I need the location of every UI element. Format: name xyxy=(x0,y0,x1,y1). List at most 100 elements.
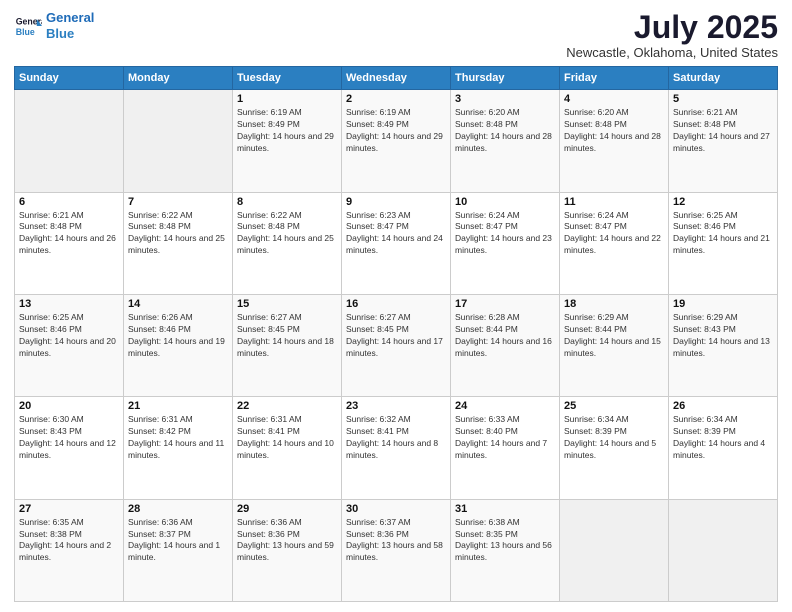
day-number: 29 xyxy=(237,503,337,515)
day-cell: 23 Sunrise: 6:32 AM Sunset: 8:41 PM Dayli… xyxy=(342,397,451,499)
day-number: 22 xyxy=(237,400,337,412)
day-cell: 2 Sunrise: 6:19 AM Sunset: 8:49 PM Daylig… xyxy=(342,90,451,192)
day-number: 10 xyxy=(455,196,555,208)
day-number: 27 xyxy=(19,503,119,515)
day-number: 6 xyxy=(19,196,119,208)
day-info: Sunrise: 6:22 AM Sunset: 8:48 PM Dayligh… xyxy=(128,210,228,258)
day-number: 11 xyxy=(564,196,664,208)
day-cell: 10 Sunrise: 6:24 AM Sunset: 8:47 PM Dayli… xyxy=(451,192,560,294)
day-cell: 30 Sunrise: 6:37 AM Sunset: 8:36 PM Dayli… xyxy=(342,499,451,601)
day-cell: 25 Sunrise: 6:34 AM Sunset: 8:39 PM Dayli… xyxy=(560,397,669,499)
day-info: Sunrise: 6:22 AM Sunset: 8:48 PM Dayligh… xyxy=(237,210,337,258)
day-number: 4 xyxy=(564,93,664,105)
day-number: 31 xyxy=(455,503,555,515)
week-row-4: 20 Sunrise: 6:30 AM Sunset: 8:43 PM Dayli… xyxy=(15,397,778,499)
day-info: Sunrise: 6:23 AM Sunset: 8:47 PM Dayligh… xyxy=(346,210,446,258)
day-info: Sunrise: 6:20 AM Sunset: 8:48 PM Dayligh… xyxy=(564,107,664,155)
week-row-5: 27 Sunrise: 6:35 AM Sunset: 8:38 PM Dayli… xyxy=(15,499,778,601)
day-cell: 8 Sunrise: 6:22 AM Sunset: 8:48 PM Daylig… xyxy=(233,192,342,294)
day-number: 16 xyxy=(346,298,446,310)
location: Newcastle, Oklahoma, United States xyxy=(566,45,778,60)
day-info: Sunrise: 6:29 AM Sunset: 8:44 PM Dayligh… xyxy=(564,312,664,360)
day-info: Sunrise: 6:33 AM Sunset: 8:40 PM Dayligh… xyxy=(455,414,555,462)
day-number: 25 xyxy=(564,400,664,412)
day-cell: 20 Sunrise: 6:30 AM Sunset: 8:43 PM Dayli… xyxy=(15,397,124,499)
day-cell: 4 Sunrise: 6:20 AM Sunset: 8:48 PM Daylig… xyxy=(560,90,669,192)
calendar: SundayMondayTuesdayWednesdayThursdayFrid… xyxy=(14,66,778,602)
day-number: 9 xyxy=(346,196,446,208)
day-number: 15 xyxy=(237,298,337,310)
day-info: Sunrise: 6:36 AM Sunset: 8:37 PM Dayligh… xyxy=(128,517,228,565)
day-cell: 16 Sunrise: 6:27 AM Sunset: 8:45 PM Dayli… xyxy=(342,294,451,396)
day-info: Sunrise: 6:38 AM Sunset: 8:35 PM Dayligh… xyxy=(455,517,555,565)
month-title: July 2025 xyxy=(566,10,778,45)
logo-text: GeneralBlue xyxy=(46,10,94,41)
day-info: Sunrise: 6:24 AM Sunset: 8:47 PM Dayligh… xyxy=(564,210,664,258)
day-info: Sunrise: 6:30 AM Sunset: 8:43 PM Dayligh… xyxy=(19,414,119,462)
day-cell: 29 Sunrise: 6:36 AM Sunset: 8:36 PM Dayli… xyxy=(233,499,342,601)
day-cell xyxy=(15,90,124,192)
day-info: Sunrise: 6:31 AM Sunset: 8:42 PM Dayligh… xyxy=(128,414,228,462)
weekday-header-saturday: Saturday xyxy=(669,67,778,90)
weekday-header-thursday: Thursday xyxy=(451,67,560,90)
day-cell: 14 Sunrise: 6:26 AM Sunset: 8:46 PM Dayli… xyxy=(124,294,233,396)
logo-icon: General Blue xyxy=(14,12,42,40)
day-number: 7 xyxy=(128,196,228,208)
day-cell xyxy=(669,499,778,601)
day-cell: 5Sunrise: 6:21 AM Sunset: 8:48 PM Daylig… xyxy=(669,90,778,192)
day-cell: 17Sunrise: 6:28 AM Sunset: 8:44 PM Dayli… xyxy=(451,294,560,396)
logo: General Blue GeneralBlue xyxy=(14,10,94,41)
week-row-3: 13 Sunrise: 6:25 AM Sunset: 8:46 PM Dayli… xyxy=(15,294,778,396)
day-number: 13 xyxy=(19,298,119,310)
day-cell: 21 Sunrise: 6:31 AM Sunset: 8:42 PM Dayli… xyxy=(124,397,233,499)
day-cell: 13 Sunrise: 6:25 AM Sunset: 8:46 PM Dayli… xyxy=(15,294,124,396)
weekday-header-wednesday: Wednesday xyxy=(342,67,451,90)
page: General Blue GeneralBlue July 2025 Newca… xyxy=(0,0,792,612)
day-cell: 1Sunrise: 6:19 AM Sunset: 8:49 PM Daylig… xyxy=(233,90,342,192)
day-number: 23 xyxy=(346,400,446,412)
day-info: Sunrise: 6:35 AM Sunset: 8:38 PM Dayligh… xyxy=(19,517,119,565)
header: General Blue GeneralBlue July 2025 Newca… xyxy=(14,10,778,60)
day-info: Sunrise: 6:31 AM Sunset: 8:41 PM Dayligh… xyxy=(237,414,337,462)
weekday-header-row: SundayMondayTuesdayWednesdayThursdayFrid… xyxy=(15,67,778,90)
day-info: Sunrise: 6:19 AM Sunset: 8:49 PM Dayligh… xyxy=(346,107,446,155)
day-number: 20 xyxy=(19,400,119,412)
weekday-header-monday: Monday xyxy=(124,67,233,90)
day-info: Sunrise: 6:37 AM Sunset: 8:36 PM Dayligh… xyxy=(346,517,446,565)
day-number: 26 xyxy=(673,400,773,412)
day-number: 30 xyxy=(346,503,446,515)
day-info: Sunrise: 6:34 AM Sunset: 8:39 PM Dayligh… xyxy=(673,414,773,462)
day-cell: 24Sunrise: 6:33 AM Sunset: 8:40 PM Dayli… xyxy=(451,397,560,499)
day-info: Sunrise: 6:29 AM Sunset: 8:43 PM Dayligh… xyxy=(673,312,773,360)
day-number: 12 xyxy=(673,196,773,208)
day-cell: 7 Sunrise: 6:22 AM Sunset: 8:48 PM Daylig… xyxy=(124,192,233,294)
week-row-2: 6Sunrise: 6:21 AM Sunset: 8:48 PM Daylig… xyxy=(15,192,778,294)
day-number: 21 xyxy=(128,400,228,412)
day-cell xyxy=(560,499,669,601)
day-info: Sunrise: 6:36 AM Sunset: 8:36 PM Dayligh… xyxy=(237,517,337,565)
day-cell: 18Sunrise: 6:29 AM Sunset: 8:44 PM Dayli… xyxy=(560,294,669,396)
day-info: Sunrise: 6:24 AM Sunset: 8:47 PM Dayligh… xyxy=(455,210,555,258)
weekday-header-sunday: Sunday xyxy=(15,67,124,90)
day-info: Sunrise: 6:25 AM Sunset: 8:46 PM Dayligh… xyxy=(19,312,119,360)
day-info: Sunrise: 6:27 AM Sunset: 8:45 PM Dayligh… xyxy=(346,312,446,360)
day-info: Sunrise: 6:26 AM Sunset: 8:46 PM Dayligh… xyxy=(128,312,228,360)
day-number: 17 xyxy=(455,298,555,310)
day-number: 8 xyxy=(237,196,337,208)
day-info: Sunrise: 6:32 AM Sunset: 8:41 PM Dayligh… xyxy=(346,414,446,462)
title-block: July 2025 Newcastle, Oklahoma, United St… xyxy=(566,10,778,60)
weekday-header-tuesday: Tuesday xyxy=(233,67,342,90)
day-cell: 27 Sunrise: 6:35 AM Sunset: 8:38 PM Dayli… xyxy=(15,499,124,601)
day-number: 14 xyxy=(128,298,228,310)
day-number: 28 xyxy=(128,503,228,515)
day-cell: 26 Sunrise: 6:34 AM Sunset: 8:39 PM Dayli… xyxy=(669,397,778,499)
day-info: Sunrise: 6:34 AM Sunset: 8:39 PM Dayligh… xyxy=(564,414,664,462)
day-number: 2 xyxy=(346,93,446,105)
day-number: 19 xyxy=(673,298,773,310)
day-cell: 3Sunrise: 6:20 AM Sunset: 8:48 PM Daylig… xyxy=(451,90,560,192)
day-cell: 9 Sunrise: 6:23 AM Sunset: 8:47 PM Daylig… xyxy=(342,192,451,294)
weekday-header-friday: Friday xyxy=(560,67,669,90)
day-number: 3 xyxy=(455,93,555,105)
day-info: Sunrise: 6:25 AM Sunset: 8:46 PM Dayligh… xyxy=(673,210,773,258)
day-cell: 22 Sunrise: 6:31 AM Sunset: 8:41 PM Dayli… xyxy=(233,397,342,499)
